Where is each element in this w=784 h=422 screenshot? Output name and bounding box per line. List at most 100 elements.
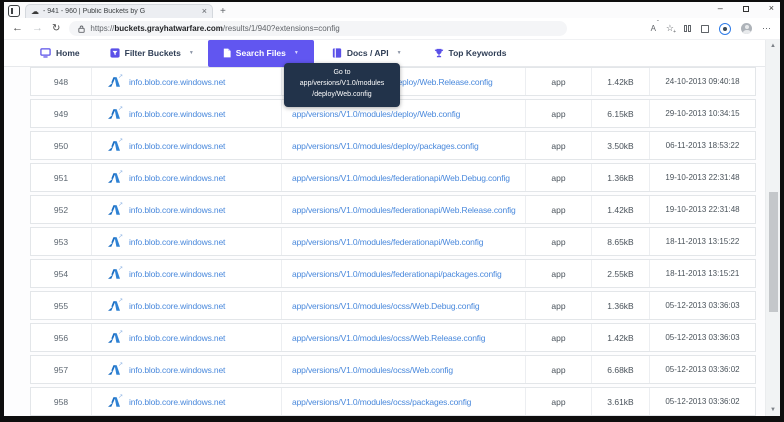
table-row: 953 ↗ info.blob.core.windows.net app/ver… [30,227,756,256]
nav-item-filter-buckets[interactable]: Filter Buckets ▼ [110,48,194,58]
back-icon[interactable]: ← [12,23,23,34]
azure-icon[interactable]: ↗ [108,173,122,183]
azure-icon[interactable]: ↗ [108,333,122,343]
bucket-cell: ↗ info.blob.core.windows.net [91,68,281,95]
tab-strip: ☁ - 941 - 960 | Public Buckets by G × + … [4,2,780,18]
bucket-cell: ↗ info.blob.core.windows.net [91,228,281,255]
bucket-link[interactable]: info.blob.core.windows.net [129,237,225,247]
results-area: 948 ↗ info.blob.core.windows.net app/ver… [4,67,780,416]
file-type: app [525,68,591,95]
file-link[interactable]: app/versions/V1.0/modules/federationapi/… [292,205,516,215]
file-size: 3.61kB [591,388,649,415]
azure-icon[interactable]: ↗ [108,77,122,87]
bucket-cell: ↗ info.blob.core.windows.net [91,356,281,383]
file-link[interactable]: app/versions/V1.0/modules/deploy/Web.con… [292,109,460,119]
azure-icon[interactable]: ↗ [108,397,122,407]
external-link-icon: ↗ [118,137,123,144]
table-row: 954 ↗ info.blob.core.windows.net app/ver… [30,259,756,288]
file-link[interactable]: app/versions/V1.0/modules/ocss/Web.Relea… [292,333,485,343]
azure-icon[interactable]: ↗ [108,301,122,311]
file-date: 19-10-2013 22:31:48 [649,164,755,191]
file-link[interactable]: app/versions/V1.0/modules/ocss/Web.Debug… [292,301,479,311]
tooltip-line: /deploy/Web.config [289,90,395,101]
azure-icon[interactable]: ↗ [108,365,122,375]
tab-title: - 941 - 960 | Public Buckets by G [43,8,198,15]
file-link[interactable]: app/versions/V1.0/modules/deploy/package… [292,141,479,151]
tab-actions-icon[interactable] [8,5,20,17]
scroll-down-icon[interactable]: ▼ [766,407,780,413]
table-row: 952 ↗ info.blob.core.windows.net app/ver… [30,195,756,224]
bucket-link[interactable]: info.blob.core.windows.net [129,333,225,343]
monitor-icon [40,48,51,58]
nav-item-home[interactable]: Home [40,48,80,58]
bucket-link[interactable]: info.blob.core.windows.net [129,365,225,375]
file-type: app [525,324,591,351]
file-date: 24-10-2013 09:40:18 [649,68,755,95]
azure-icon[interactable]: ↗ [108,237,122,247]
azure-icon[interactable]: ↗ [108,205,122,215]
split-screen-icon[interactable] [684,25,691,32]
table-row: 951 ↗ info.blob.core.windows.net app/ver… [30,163,756,192]
vertical-scrollbar[interactable]: ▲ ▼ [765,40,780,416]
minimize-button[interactable]: – [718,4,723,13]
azure-icon[interactable]: ↗ [108,109,122,119]
nav-label: Home [56,48,80,58]
azure-icon[interactable]: ↗ [108,269,122,279]
bucket-cell: ↗ info.blob.core.windows.net [91,132,281,159]
file-link[interactable]: app/versions/V1.0/modules/federationapi/… [292,237,483,247]
close-button[interactable]: × [769,4,774,13]
toolbar-icons: A ☆ ⋯ [651,23,772,35]
scrollbar-thumb[interactable] [769,192,778,312]
window-controls: – × [718,4,774,13]
file-link[interactable]: app/versions/V1.0/modules/federationapi/… [292,269,502,279]
bucket-link[interactable]: info.blob.core.windows.net [129,301,225,311]
file-type: app [525,100,591,127]
bucket-cell: ↗ info.blob.core.windows.net [91,100,281,127]
browser-essentials-icon[interactable] [719,23,731,35]
bucket-cell: ↗ info.blob.core.windows.net [91,164,281,191]
file-type: app [525,292,591,319]
row-number: 950 [31,132,91,159]
bucket-link[interactable]: info.blob.core.windows.net [129,141,225,151]
refresh-icon[interactable]: ↻ [52,24,60,34]
table-row: 950 ↗ info.blob.core.windows.net app/ver… [30,131,756,160]
file-link[interactable]: app/versions/V1.0/modules/ocss/packages.… [292,397,471,407]
row-number: 956 [31,324,91,351]
address-bar[interactable]: https://buckets.grayhatwarfare.com/resul… [69,21,567,36]
file-date: 05-12-2013 03:36:03 [649,324,755,351]
browser-toolbar: ← → ↻ https://buckets.grayhatwarfare.com… [4,18,780,40]
bucket-link[interactable]: info.blob.core.windows.net [129,173,225,183]
nav-label: Filter Buckets [125,48,181,58]
file-size: 2.55kB [591,260,649,287]
file-date: 05-12-2013 03:36:03 [649,292,755,319]
add-favorite-icon[interactable]: ☆ [666,23,674,34]
bucket-link[interactable]: info.blob.core.windows.net [129,397,225,407]
bucket-link[interactable]: info.blob.core.windows.net [129,269,225,279]
new-tab-button[interactable]: + [220,7,226,17]
bucket-cell: ↗ info.blob.core.windows.net [91,324,281,351]
row-number: 948 [31,68,91,95]
file-size: 6.68kB [591,356,649,383]
file-date: 29-10-2013 10:34:15 [649,100,755,127]
nav-item-docs-api[interactable]: Docs / API ▼ [332,48,402,58]
profile-avatar[interactable] [741,23,752,34]
table-row: 956 ↗ info.blob.core.windows.net app/ver… [30,323,756,352]
bucket-link[interactable]: info.blob.core.windows.net [129,77,225,87]
filter-bucket-icon [110,48,120,58]
tab-close-icon[interactable]: × [202,7,207,16]
file-size: 1.36kB [591,292,649,319]
bucket-link[interactable]: info.blob.core.windows.net [129,109,225,119]
nav-item-top-keywords[interactable]: Top Keywords [434,48,507,58]
read-aloud-icon[interactable]: A [651,24,656,33]
azure-icon[interactable]: ↗ [108,141,122,151]
scroll-up-icon[interactable]: ▲ [766,43,780,49]
file-link[interactable]: app/versions/V1.0/modules/ocss/Web.confi… [292,365,453,375]
file-link[interactable]: app/versions/V1.0/modules/federationapi/… [292,173,510,183]
settings-more-icon[interactable]: ⋯ [762,23,772,34]
maximize-button[interactable] [743,6,749,12]
browser-tab[interactable]: ☁ - 941 - 960 | Public Buckets by G × [25,4,213,18]
collections-icon[interactable] [701,25,709,33]
table-row: 957 ↗ info.blob.core.windows.net app/ver… [30,355,756,384]
bucket-link[interactable]: info.blob.core.windows.net [129,205,225,215]
file-size: 1.36kB [591,164,649,191]
